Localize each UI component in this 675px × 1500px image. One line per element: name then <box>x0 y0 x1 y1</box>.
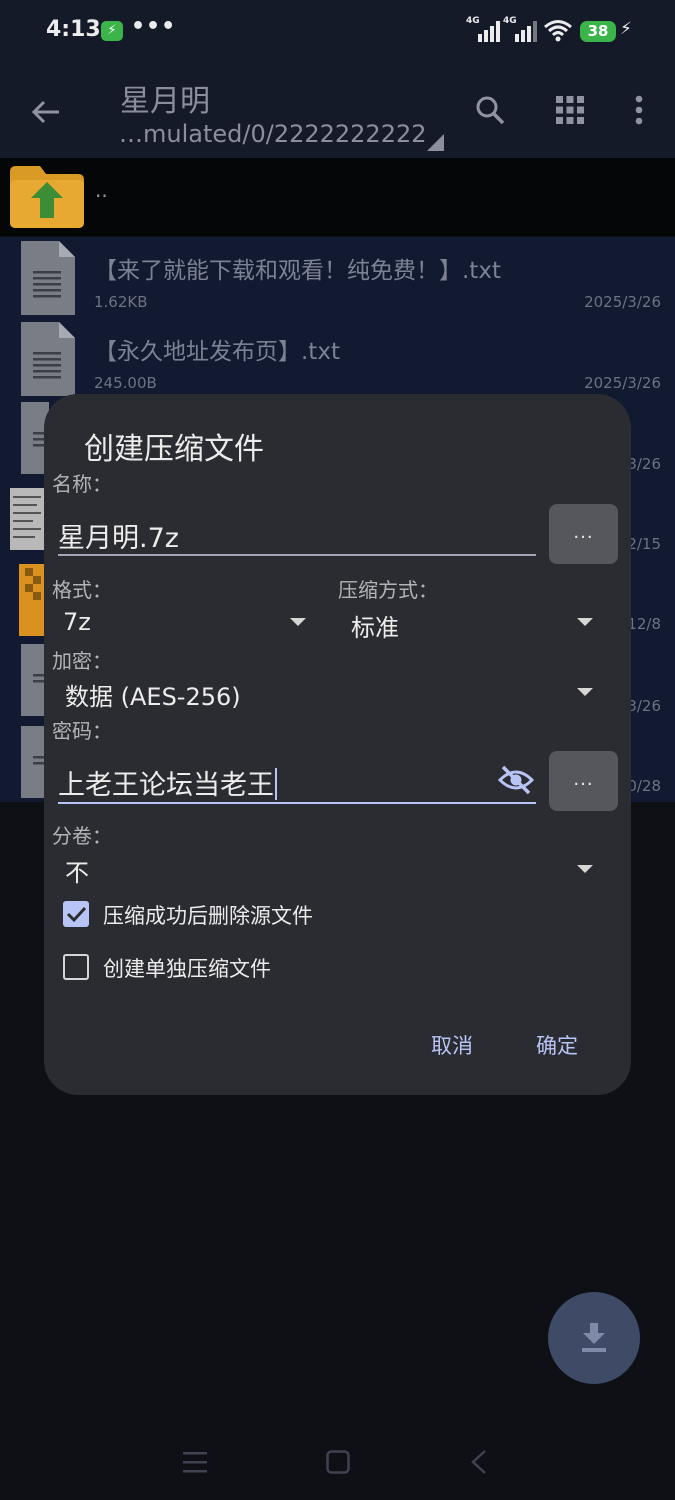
file-date: 2025/3/26 <box>584 374 661 392</box>
method-label: 压缩方式： <box>338 578 438 602</box>
wifi-icon <box>544 20 572 42</box>
signal-4g-icon: 4G <box>466 16 500 42</box>
password-input[interactable]: 上老王论坛当老王 <box>58 763 277 802</box>
file-size: 1.62KB <box>94 293 148 311</box>
name-underline <box>58 554 536 556</box>
name-browse-button[interactable]: ... <box>549 504 618 564</box>
recent-apps-icon[interactable] <box>183 1451 207 1473</box>
password-underline <box>58 802 536 804</box>
text-file-icon <box>21 322 75 396</box>
name-label: 名称： <box>52 472 112 496</box>
file-date: 12/8 <box>627 615 661 633</box>
system-nav-bar <box>0 1430 675 1500</box>
create-archive-dialog: 创建压缩文件 名称： 星月明.7z ... 格式： 7z 压缩方式： 标准 加密… <box>44 394 631 1095</box>
dialog-title: 创建压缩文件 <box>84 432 264 467</box>
split-label: 分卷： <box>52 824 112 848</box>
password-options-button[interactable]: ... <box>549 751 618 811</box>
file-date: 0/28 <box>627 777 661 795</box>
archive-file-icon <box>19 564 45 636</box>
battery-indicator: 38 <box>580 21 616 42</box>
file-date: 3/26 <box>627 455 661 473</box>
password-label: 密码： <box>52 719 112 743</box>
ok-button[interactable]: 确定 <box>536 1030 578 1060</box>
notification-dots: ••• <box>131 14 177 39</box>
home-icon[interactable] <box>326 1450 350 1474</box>
grid-view-icon[interactable] <box>552 92 588 128</box>
separate-archive-checkbox[interactable] <box>63 954 89 980</box>
file-row[interactable]: 【永久地址发布页】.txt 245.00B 2025/3/26 <box>0 318 675 398</box>
more-vert-icon[interactable] <box>626 92 652 128</box>
text-file-icon <box>21 644 45 716</box>
folder-path[interactable]: …mulated/0/2222222222 <box>119 120 427 148</box>
text-file-icon <box>21 241 75 315</box>
text-file-icon <box>21 726 45 798</box>
encryption-select[interactable]: 数据 (AES-256) <box>65 677 241 712</box>
encryption-label: 加密： <box>52 649 112 673</box>
cancel-button[interactable]: 取消 <box>431 1030 473 1060</box>
file-size: 245.00B <box>94 374 157 392</box>
method-select[interactable]: 标准 <box>351 608 399 643</box>
split-dropdown-icon[interactable] <box>577 865 593 873</box>
archive-name-input[interactable]: 星月明.7z <box>58 516 179 555</box>
image-thumbnail-icon <box>10 488 44 550</box>
signal-4g-icon: 4G <box>503 16 537 42</box>
folder-title: 星月明 <box>120 84 210 119</box>
format-select[interactable]: 7z <box>63 608 91 636</box>
search-icon[interactable] <box>470 90 510 130</box>
separate-archive-label[interactable]: 创建单独压缩文件 <box>103 953 271 983</box>
file-date: 3/26 <box>627 697 661 715</box>
file-name: 【永久地址发布页】.txt <box>94 339 340 365</box>
parent-folder-label: .. <box>95 178 108 202</box>
visibility-off-icon[interactable] <box>498 765 534 795</box>
folder-up-icon <box>10 166 84 228</box>
status-time: 4:13 <box>46 17 101 42</box>
extract-fab[interactable] <box>548 1292 640 1384</box>
split-select[interactable]: 不 <box>65 853 89 888</box>
delete-source-checkbox[interactable] <box>63 901 89 927</box>
back-icon[interactable] <box>470 1449 488 1475</box>
delete-source-label[interactable]: 压缩成功后删除源文件 <box>103 900 313 930</box>
download-icon <box>582 1323 606 1352</box>
format-label: 格式： <box>52 578 112 602</box>
path-dropdown-icon[interactable] <box>427 134 444 151</box>
back-arrow-icon[interactable] <box>24 90 68 134</box>
file-name: 【来了就能下载和观看！纯免费！】.txt <box>94 258 501 284</box>
format-dropdown-icon[interactable] <box>290 618 306 626</box>
file-row[interactable]: 【来了就能下载和观看！纯免费！】.txt 1.62KB 2025/3/26 <box>0 237 675 317</box>
lightning-icon: ⚡ <box>101 21 123 41</box>
file-date: 2/15 <box>627 535 661 553</box>
file-date: 2025/3/26 <box>584 293 661 311</box>
method-dropdown-icon[interactable] <box>577 618 593 626</box>
encryption-dropdown-icon[interactable] <box>577 688 593 696</box>
text-cursor <box>275 768 277 800</box>
check-icon <box>66 906 87 923</box>
charging-icon: ⚡ <box>620 19 632 39</box>
